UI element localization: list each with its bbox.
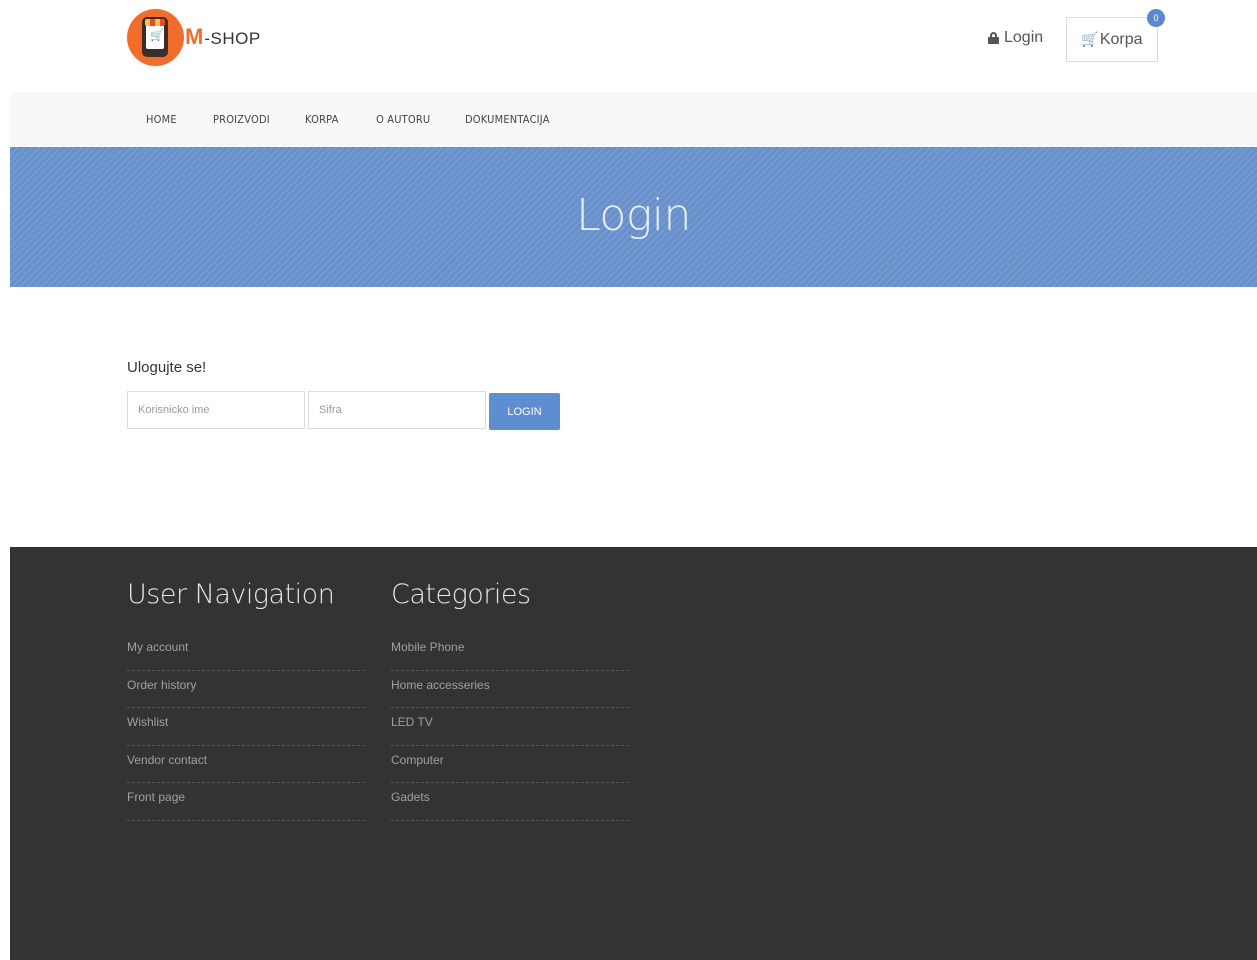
site-logo[interactable]: 🛒 M -SHOP <box>127 9 261 66</box>
footer-link-order-history[interactable]: Order history <box>127 671 365 708</box>
footer-link-home-accesseries[interactable]: Home accesseries <box>391 671 629 708</box>
logo-text: M -SHOP <box>185 23 261 50</box>
site-footer: User Navigation My account Order history… <box>10 547 1257 960</box>
footer-user-navigation: User Navigation My account Order history… <box>127 577 365 821</box>
login-form-heading: Ulogujte se! <box>127 359 207 376</box>
footer-link-mobile-phone[interactable]: Mobile Phone <box>391 633 629 671</box>
footer-categories-list: Mobile Phone Home accesseries LED TV Com… <box>391 633 629 821</box>
footer-categories-title: Categories <box>391 579 531 610</box>
footer-link-front-page[interactable]: Front page <box>127 783 365 821</box>
cart-button[interactable]: 🛒 Korpa <box>1066 17 1158 62</box>
logo-brand-main: M <box>185 23 204 49</box>
lock-icon <box>988 32 999 44</box>
footer-categories: Categories Mobile Phone Home accesseries… <box>391 577 629 821</box>
login-button[interactable]: LOGIN <box>489 393 560 430</box>
footer-link-wishlist[interactable]: Wishlist <box>127 708 365 746</box>
cart-label: Korpa <box>1099 30 1143 48</box>
logo-brand-sub: -SHOP <box>204 28 261 48</box>
footer-user-navigation-title: User Navigation <box>127 579 335 610</box>
main-nav: HOME PROIZVODI KORPA O AUTORU DOKUMENTAC… <box>10 92 1257 147</box>
footer-link-led-tv[interactable]: LED TV <box>391 708 629 746</box>
nav-item-korpa[interactable]: KORPA <box>305 113 339 126</box>
footer-link-my-account[interactable]: My account <box>127 633 365 671</box>
nav-item-o-autoru[interactable]: O AUTORU <box>376 113 430 126</box>
nav-item-dokumentacija[interactable]: DOKUMENTACIJA <box>465 113 550 126</box>
site-header: 🛒 M -SHOP Login 🛒 Korpa 0 <box>0 0 1257 92</box>
page-title: Login <box>576 190 691 241</box>
cart-count-badge: 0 <box>1147 9 1165 27</box>
shop-logo-icon: 🛒 <box>127 9 184 66</box>
footer-user-navigation-list: My account Order history Wishlist Vendor… <box>127 633 365 821</box>
footer-link-gadets[interactable]: Gadets <box>391 783 629 821</box>
nav-item-proizvodi[interactable]: PROIZVODI <box>213 113 270 126</box>
nav-item-home[interactable]: HOME <box>146 113 177 126</box>
header-login-label: Login <box>1004 29 1044 46</box>
password-input[interactable] <box>308 391 486 429</box>
footer-link-computer[interactable]: Computer <box>391 746 629 783</box>
footer-link-vendor-contact[interactable]: Vendor contact <box>127 746 365 783</box>
header-login-link[interactable]: Login <box>988 29 1043 47</box>
username-input[interactable] <box>127 391 305 429</box>
cart-icon: 🛒 <box>1081 31 1099 47</box>
page-banner: Login <box>10 147 1257 287</box>
